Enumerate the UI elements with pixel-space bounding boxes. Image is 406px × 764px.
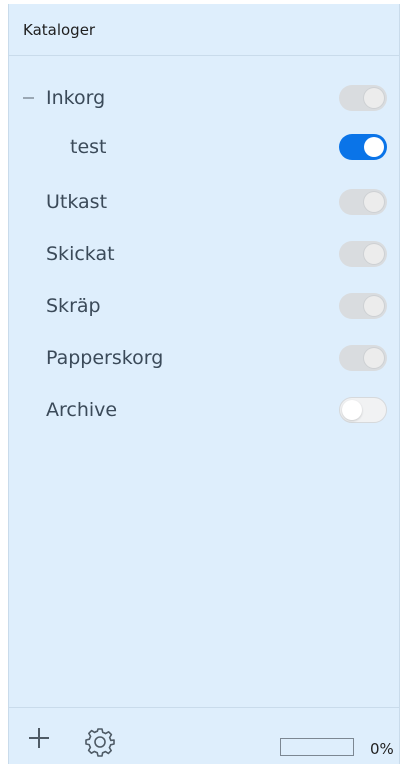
toggle-knob [364, 348, 384, 368]
storage-progress-text: 0% [370, 740, 394, 758]
folder-label: Inkorg [46, 87, 106, 109]
gear-icon [85, 728, 115, 757]
folder-row-test[interactable]: test [9, 127, 399, 167]
toggle-test[interactable] [339, 134, 387, 160]
folder-row-utkast[interactable]: Utkast [9, 182, 399, 222]
toggle-skrap[interactable] [339, 293, 387, 319]
folder-label: Papperskorg [46, 347, 164, 369]
toggle-utkast[interactable] [339, 189, 387, 215]
collapse-icon[interactable] [23, 97, 34, 99]
folder-label: Utkast [46, 191, 108, 213]
folder-label: test [70, 136, 107, 158]
folder-label: Skräp [46, 295, 101, 317]
toggle-knob [364, 192, 384, 212]
toggle-knob [364, 244, 384, 264]
add-folder-button[interactable] [29, 728, 49, 748]
toggle-skickat[interactable] [339, 241, 387, 267]
folder-row-archive[interactable]: Archive [9, 390, 399, 430]
folder-row-skickat[interactable]: Skickat [9, 234, 399, 274]
folder-row-skrap[interactable]: Skräp [9, 286, 399, 326]
folder-label: Skickat [46, 243, 115, 265]
folder-label: Archive [46, 399, 118, 421]
toggle-papperskorg[interactable] [339, 345, 387, 371]
toggle-inkorg[interactable] [339, 85, 387, 111]
panel-footer: 0% [9, 707, 399, 764]
toggle-archive[interactable] [339, 397, 387, 423]
settings-button[interactable] [83, 725, 117, 759]
panel-title: Kataloger [23, 20, 96, 39]
toggle-knob [364, 137, 384, 157]
folder-row-inkorg[interactable]: Inkorg [9, 78, 399, 118]
toggle-knob [364, 296, 384, 316]
folder-row-papperskorg[interactable]: Papperskorg [9, 338, 399, 378]
toggle-knob [342, 400, 362, 420]
folders-panel: Kataloger Inkorg test Utkast Skickat Skr… [8, 4, 400, 764]
panel-header: Kataloger [9, 4, 399, 56]
storage-progress-bar [280, 738, 354, 756]
toggle-knob [364, 88, 384, 108]
